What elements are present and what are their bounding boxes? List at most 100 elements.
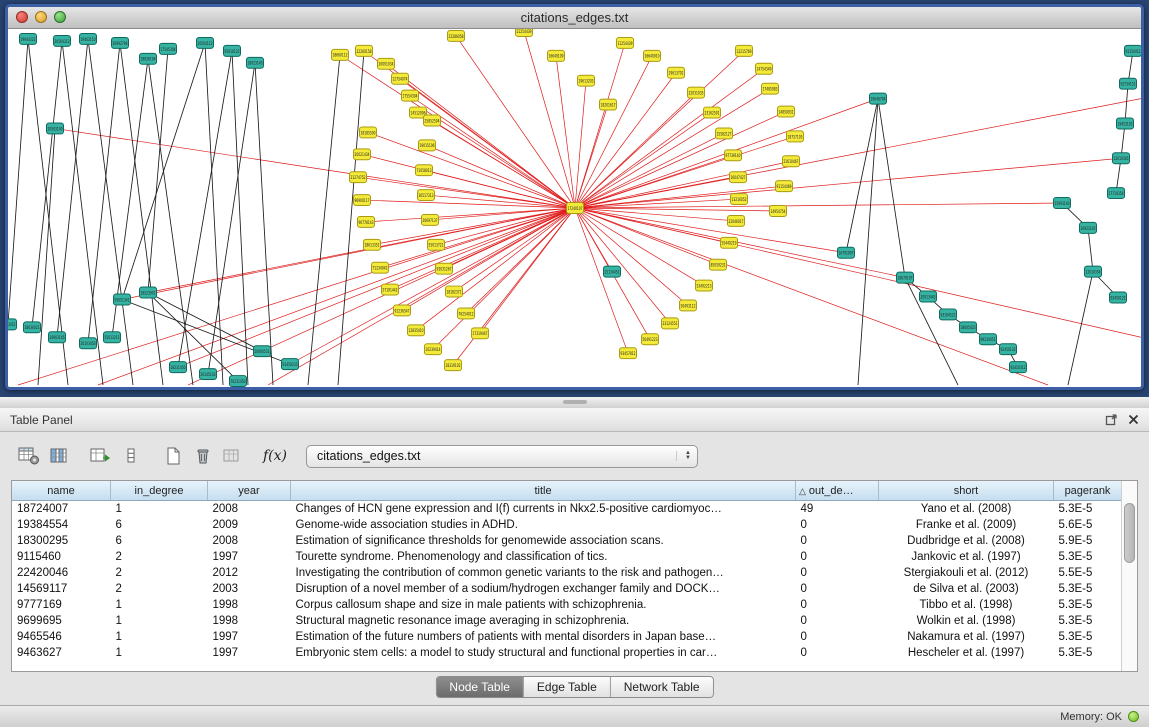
- graph-node[interactable]: 20103450: [80, 338, 97, 349]
- column-header-in_degree[interactable]: in_degree: [111, 481, 208, 501]
- tab-network-table[interactable]: Network Table: [610, 677, 713, 697]
- graph-node[interactable]: 17319447: [472, 328, 489, 339]
- table-row[interactable]: 1872400712008Changes of HCN gene express…: [12, 501, 1122, 518]
- show-rows-icon[interactable]: [116, 443, 146, 469]
- graph-node[interactable]: 93104521: [940, 309, 957, 320]
- graph-node[interactable]: 19944322: [20, 33, 37, 44]
- table-scrollbar[interactable]: [1121, 481, 1137, 671]
- graph-node[interactable]: 55013215: [104, 332, 121, 343]
- table-row[interactable]: 2242004622012Investigating the contribut…: [12, 565, 1122, 581]
- graph-node[interactable]: 18023140: [247, 57, 264, 68]
- table-row[interactable]: 1938455462009Genome-wide association stu…: [12, 517, 1122, 533]
- import-table-icon[interactable]: [86, 443, 116, 469]
- graph-node[interactable]: 19453103: [1117, 118, 1134, 129]
- graph-node[interactable]: 20697137: [422, 214, 439, 225]
- graph-node[interactable]: 16047427: [730, 172, 747, 183]
- graph-node[interactable]: 16791907: [838, 247, 855, 258]
- show-columns-icon[interactable]: [44, 443, 74, 469]
- table-scrollbar-thumb[interactable]: [1124, 503, 1135, 563]
- graph-node[interactable]: 96900117: [354, 195, 371, 206]
- graph-node[interactable]: 21610467: [783, 156, 800, 167]
- table-row[interactable]: 911546021997Tourette syndrome. Phenomeno…: [12, 549, 1122, 565]
- graph-node[interactable]: 91154469: [776, 181, 793, 192]
- graph-node[interactable]: 20564312: [54, 35, 71, 46]
- graph-node[interactable]: 15993140: [1054, 198, 1071, 209]
- graph-node[interactable]: 17545304: [160, 43, 177, 54]
- network-file-select[interactable]: citations_edges.txt ▲▼: [306, 445, 698, 468]
- column-header-pagerank[interactable]: pagerank: [1054, 481, 1122, 501]
- column-header-out_de[interactable]: △out_de…: [796, 481, 879, 501]
- graph-node[interactable]: 21254439: [516, 29, 533, 36]
- splitter-grip-icon[interactable]: [563, 400, 587, 404]
- graph-node[interactable]: 20145103: [200, 369, 217, 380]
- graph-node[interactable]: 18836104: [140, 53, 157, 64]
- graph-node[interactable]: 99234051: [980, 334, 997, 345]
- graph-node[interactable]: 20992794: [112, 37, 129, 48]
- table-row[interactable]: 977716911998Corpus callosum shape and si…: [12, 597, 1122, 613]
- minimize-window-icon[interactable]: [35, 11, 47, 23]
- graph-node[interactable]: 92450132: [1000, 344, 1017, 355]
- graph-node[interactable]: 13216052: [731, 194, 748, 205]
- table-row[interactable]: 946554611997Estimation of the future num…: [12, 629, 1122, 645]
- merge-tables-icon[interactable]: [218, 443, 248, 469]
- graph-node[interactable]: 20660531: [254, 346, 271, 357]
- graph-node[interactable]: 55440219: [721, 237, 738, 248]
- graph-node[interactable]: 20503100: [47, 123, 64, 134]
- graph-node[interactable]: 22286058: [448, 30, 465, 41]
- float-panel-icon[interactable]: [1105, 413, 1118, 426]
- graph-node[interactable]: 17710354: [1108, 188, 1125, 199]
- graph-node[interactable]: 19462110: [80, 33, 97, 44]
- window-titlebar[interactable]: citations_edges.txt: [8, 7, 1141, 29]
- graph-node[interactable]: 18523901: [140, 287, 157, 298]
- graph-node[interactable]: 23124551: [662, 318, 679, 329]
- graph-node[interactable]: 18231450: [170, 362, 187, 373]
- delete-table-icon[interactable]: [188, 443, 218, 469]
- tab-node-table[interactable]: Node Table: [436, 677, 523, 697]
- graph-node[interactable]: 18660112: [332, 49, 349, 60]
- graph-node[interactable]: 23162501: [704, 107, 721, 118]
- column-header-title[interactable]: title: [291, 481, 796, 501]
- graph-node[interactable]: 19015106: [419, 140, 436, 151]
- graph-node[interactable]: 93457812: [620, 348, 637, 359]
- graph-node[interactable]: 10239414: [425, 344, 442, 355]
- graph-node[interactable]: 18319102: [445, 360, 462, 371]
- table-settings-icon[interactable]: [14, 443, 44, 469]
- graph-node[interactable]: 95013451: [8, 319, 17, 330]
- graph-node[interactable]: 30517313: [418, 190, 435, 201]
- function-builder-icon[interactable]: f(x): [260, 443, 290, 469]
- graph-node[interactable]: 15134451: [604, 266, 621, 277]
- graph-node[interactable]: 91450233: [282, 359, 299, 370]
- graph-node[interactable]: 14850931: [778, 106, 795, 117]
- graph-node[interactable]: 85059231: [710, 259, 727, 270]
- graph-node[interactable]: 55013721: [428, 239, 445, 250]
- graph-node[interactable]: 95910122: [224, 45, 241, 56]
- graph-node[interactable]: 19613702: [668, 67, 685, 78]
- graph-node[interactable]: 11254439: [617, 37, 634, 48]
- graph-node[interactable]: 12754074: [392, 73, 409, 84]
- graph-node[interactable]: 19613203: [578, 75, 595, 86]
- column-header-name[interactable]: name: [12, 481, 111, 501]
- graph-node[interactable]: 18757105: [787, 131, 804, 142]
- graph-node[interactable]: 71234042: [372, 262, 389, 273]
- graph-node[interactable]: 12010345: [1113, 153, 1130, 164]
- tab-edge-table[interactable]: Edge Table: [523, 677, 610, 697]
- graph-node[interactable]: 20504112: [197, 37, 214, 48]
- close-panel-icon[interactable]: [1128, 414, 1139, 425]
- zoom-window-icon[interactable]: [54, 11, 66, 23]
- column-header-year[interactable]: year: [208, 481, 291, 501]
- graph-node[interactable]: 53492213: [696, 280, 713, 291]
- graph-node[interactable]: 12835410: [408, 325, 425, 336]
- graph-node[interactable]: 90778143: [358, 216, 375, 227]
- graph-node[interactable]: 71058013: [416, 165, 433, 176]
- new-document-icon[interactable]: [158, 443, 188, 469]
- table-row[interactable]: 1456911722003Disruption of a novel membe…: [12, 581, 1122, 597]
- graph-node[interactable]: 93031267: [436, 263, 453, 274]
- graph-node[interactable]: 97739140: [725, 150, 742, 161]
- graph-node[interactable]: 12010354: [1085, 266, 1102, 277]
- graph-node[interactable]: 16649109: [548, 50, 565, 61]
- network-graph-area[interactable]: 1724010718660112222601582009103412754074…: [8, 29, 1141, 387]
- graph-node[interactable]: 93150412: [1125, 45, 1142, 56]
- graph-node[interactable]: 95051341: [114, 294, 131, 305]
- graph-node[interactable]: 17554304: [402, 90, 419, 101]
- table-row[interactable]: 946362711997Embryonic stem cells: a mode…: [12, 645, 1122, 661]
